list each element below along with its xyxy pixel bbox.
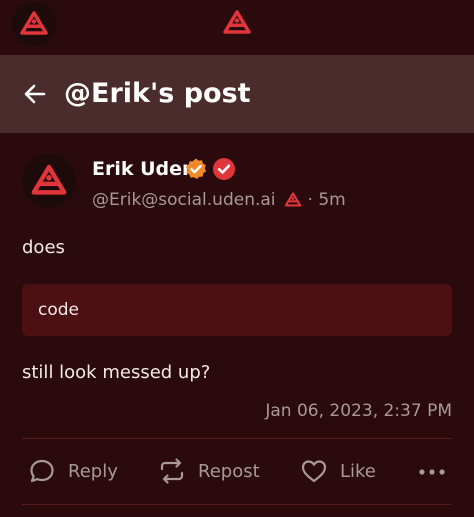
post-text: does bbox=[22, 237, 65, 258]
post-header: @Erik's post bbox=[0, 55, 474, 133]
post-time-ago: · 5m bbox=[307, 190, 346, 210]
author-avatar[interactable] bbox=[22, 154, 76, 208]
brand-logo-icon bbox=[20, 11, 48, 35]
reply-button[interactable]: Reply bbox=[28, 450, 118, 492]
post-timestamp[interactable]: Jan 06, 2023, 2:37 PM bbox=[265, 401, 452, 421]
author-handle-row: @Erik@social.uden.ai · 5m bbox=[92, 188, 346, 212]
brand-logo-icon bbox=[31, 164, 67, 195]
repost-label: Repost bbox=[198, 460, 260, 482]
top-bar bbox=[0, 0, 474, 50]
like-button[interactable]: Like bbox=[300, 450, 376, 492]
server-logo-icon bbox=[284, 192, 301, 207]
post-text: still look messed up? bbox=[22, 362, 211, 383]
heart-icon bbox=[301, 460, 327, 483]
reply-icon bbox=[30, 459, 54, 483]
back-arrow-icon[interactable] bbox=[22, 81, 48, 107]
app: @Erik's post Erik Uden @Erik@social.uden… bbox=[0, 0, 474, 517]
repost-icon bbox=[160, 458, 184, 484]
code-block: code bbox=[22, 284, 452, 336]
author-handle[interactable]: @Erik@social.uden.ai bbox=[92, 190, 276, 210]
account-avatar[interactable] bbox=[12, 2, 56, 46]
reply-label: Reply bbox=[68, 460, 118, 482]
like-label: Like bbox=[340, 460, 376, 482]
brand-logo-icon[interactable] bbox=[222, 8, 252, 38]
divider bbox=[22, 438, 452, 439]
repost-button[interactable]: Repost bbox=[158, 450, 260, 492]
divider bbox=[22, 504, 452, 505]
verified-badge-icon bbox=[186, 158, 207, 179]
more-options-icon[interactable] bbox=[418, 460, 446, 484]
author-name[interactable]: Erik Uden bbox=[92, 158, 196, 180]
page-title: @Erik's post bbox=[64, 78, 251, 109]
verified-check-icon bbox=[213, 158, 235, 180]
code-text: code bbox=[38, 300, 79, 320]
